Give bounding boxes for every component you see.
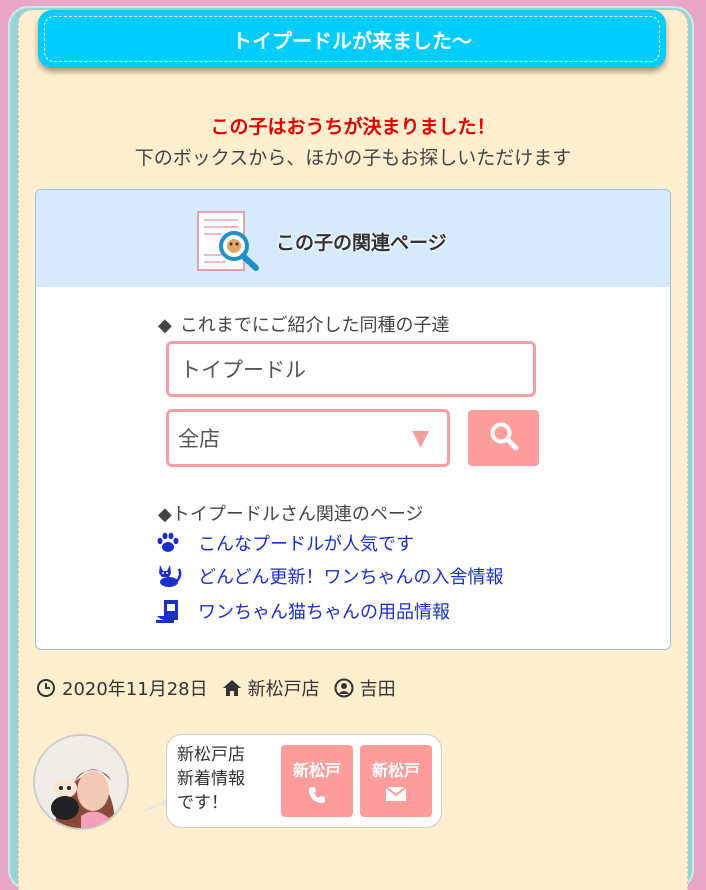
phone-icon [281, 785, 353, 809]
related-pages-header: この子の関連ページ [36, 190, 670, 287]
post-author: 吉田 [359, 679, 396, 700]
call-store-button[interactable]: 新松戸 [281, 745, 353, 817]
related-link-popular-poodle[interactable]: こんなプードルが人気です [154, 530, 414, 556]
same-breed-label: ◆ これまでにご紹介した同種の子達 [158, 315, 450, 336]
store-info-bubble: 新松戸店 新着情報 です！ 新松戸 新松戸 [166, 734, 442, 828]
link-label: こんなプードルが人気です [198, 534, 414, 555]
search-icon [489, 421, 519, 455]
dropdown-arrow-icon: ▼ [412, 426, 429, 451]
related-pages-title: この子の関連ページ [276, 232, 447, 254]
paw-icon [154, 530, 182, 556]
mail-store-button[interactable]: 新松戸 [360, 745, 432, 817]
home-icon [222, 679, 242, 697]
mail-icon [360, 785, 432, 807]
article-title-bar: トイプードルが来ました～ [38, 10, 666, 68]
post-date: 2020年11月28日 [62, 679, 208, 700]
article-title: トイプードルが来ました～ [232, 28, 472, 53]
post-meta: 2020年11月28日 新松戸店 吉田 [36, 675, 396, 701]
staff-avatar [33, 734, 129, 830]
post-store[interactable]: 新松戸店 [248, 675, 320, 701]
cat-icon [154, 563, 182, 589]
pet-food-icon [154, 598, 182, 624]
store-select-value: 全店 [178, 427, 220, 451]
related-pages-label: ◆トイプードルさん関連のページ [158, 504, 424, 525]
diamond-icon: ◆ [158, 504, 172, 525]
store-select[interactable]: 全店 ▼ [166, 409, 450, 467]
document-search-icon [196, 210, 262, 276]
related-link-new-arrivals[interactable]: どんどん更新！ワンちゃんの入舎情報 [154, 563, 503, 589]
user-icon [334, 678, 354, 698]
link-label: ワンちゃん猫ちゃんの用品情報 [198, 602, 450, 623]
breed-search-input[interactable] [166, 341, 536, 397]
adopted-notice: この子はおうちが決まりました！ [210, 116, 496, 138]
related-pages-box: この子の関連ページ ◆これまでにご紹介した同種の子達 全店 ▼ ◆トイプードルさ… [35, 189, 671, 650]
search-button[interactable] [468, 410, 539, 466]
bubble-text: 新松戸店 新着情報 です！ [177, 745, 245, 813]
link-label: どんどん更新！ワンちゃんの入舎情報 [198, 567, 504, 588]
adopted-subtext: 下のボックスから、ほかの子もお探しいただけます [134, 147, 572, 169]
related-link-pet-supplies[interactable]: ワンちゃん猫ちゃんの用品情報 [154, 598, 450, 624]
diamond-icon: ◆ [158, 315, 172, 336]
clock-icon [36, 678, 56, 698]
